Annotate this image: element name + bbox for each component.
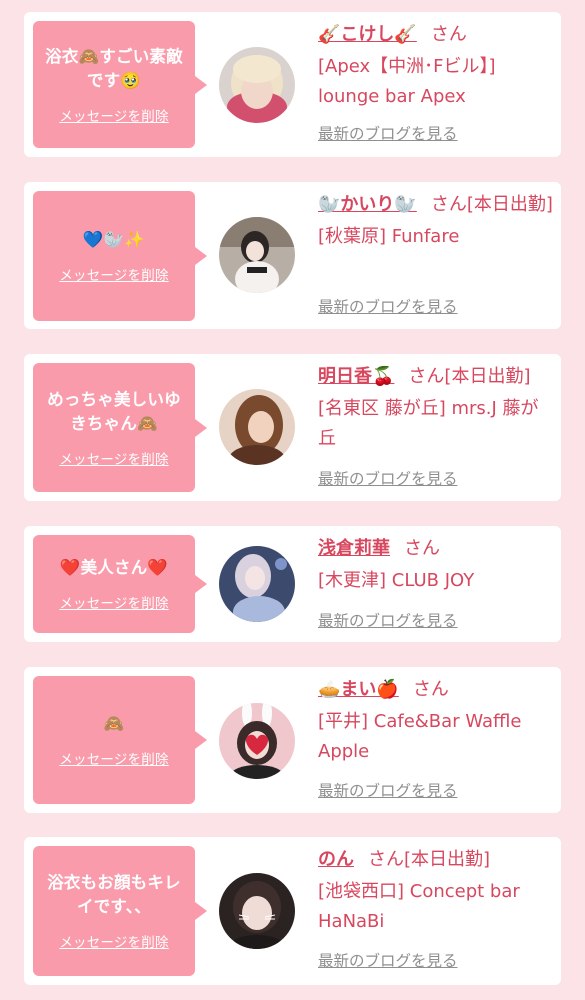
sender-info: 🥧まい🍎 さん [平井] Cafe&Bar Waffle Apple	[318, 675, 554, 767]
delete-message-link[interactable]: メッセージを削除	[59, 264, 168, 284]
sender-line: 🎸こけし🎸 さん	[318, 20, 554, 50]
sender-line: 浅倉莉華 さん	[318, 534, 554, 564]
latest-blog-link[interactable]: 最新のブログを見る	[318, 295, 458, 317]
cat-whiskers-avatar	[219, 873, 295, 949]
message-bubble: 🙈 メッセージを削除	[33, 676, 207, 804]
latest-blog-link[interactable]: 最新のブログを見る	[318, 609, 458, 631]
shop-name: [秋葉原] Funfare	[318, 226, 460, 247]
message-bubble: 浴衣🙈すごい素敵です🥹 メッセージを削除	[33, 21, 207, 148]
sender-name[interactable]: 🎸こけし🎸	[318, 24, 417, 45]
latest-blog-link[interactable]: 最新のブログを見る	[318, 122, 458, 144]
latest-blog-link[interactable]: 最新のブログを見る	[318, 949, 458, 971]
delete-message-link[interactable]: メッセージを削除	[59, 748, 168, 768]
shop-name: [名東区 藤が丘] mrs.J 藤が丘	[318, 398, 539, 449]
avatar[interactable]	[219, 546, 295, 622]
sender-suffix: さん[本日出勤]	[368, 849, 491, 870]
sender-suffix: さん[本日出勤]	[430, 194, 553, 215]
sender-line: 明日香🍒 さん[本日出勤]	[318, 362, 554, 392]
message-card: 浴衣もお顔もキレイです、、 メッセージを削除 のん さん[本日出勤] [池袋西口]…	[24, 837, 561, 985]
latest-blog-link[interactable]: 最新のブログを見る	[318, 779, 458, 801]
message-card: ❤️美人さん❤️ メッセージを削除 浅倉莉華 さん [木更津] CLUB JOY …	[24, 526, 561, 642]
sender-info: 明日香🍒 さん[本日出勤] [名東区 藤が丘] mrs.J 藤が丘	[318, 362, 554, 454]
sender-name[interactable]: 明日香🍒	[318, 366, 394, 387]
message-text: ❤️美人さん❤️	[59, 558, 169, 577]
sender-line: 🦭かいり🦭 さん[本日出勤]	[318, 190, 554, 220]
sender-name[interactable]: 🥧まい🍎	[318, 679, 399, 700]
latest-blog-link[interactable]: 最新のブログを見る	[318, 467, 458, 489]
delete-message-link[interactable]: メッセージを削除	[59, 448, 168, 468]
blonde-pink-hair-avatar	[219, 47, 295, 123]
avatar[interactable]	[219, 47, 295, 123]
sender-suffix: さん[本日出勤]	[408, 366, 531, 387]
avatar[interactable]	[219, 703, 295, 779]
shop-name: [池袋西口] Concept bar HaNaBi	[318, 881, 520, 932]
shop-name: [平井] Cafe&Bar Waffle Apple	[318, 711, 522, 762]
message-card: めっちゃ美しいゆきちゃん🙈 メッセージを削除 明日香🍒 さん[本日出勤] [名東区…	[24, 354, 561, 501]
delete-message-link[interactable]: メッセージを削除	[59, 105, 168, 125]
message-bubble: ❤️美人さん❤️ メッセージを削除	[33, 535, 207, 633]
sender-name[interactable]: 浅倉莉華	[318, 538, 390, 559]
shop-name: [木更津] CLUB JOY	[318, 570, 475, 591]
message-card: 浴衣🙈すごい素敵です🥹 メッセージを削除 🎸こけし🎸 さん [Apex【中洲･Fビ…	[24, 12, 561, 157]
message-text: 🙈	[103, 714, 125, 733]
sender-suffix: さん	[412, 679, 449, 700]
maid-outfit-avatar	[219, 217, 295, 293]
sender-suffix: さん	[404, 538, 440, 559]
avatar[interactable]	[219, 873, 295, 949]
brown-hair-avatar	[219, 389, 295, 465]
avatar[interactable]	[219, 389, 295, 465]
message-bubble: 💙🦭✨ メッセージを削除	[33, 191, 207, 321]
delete-message-link[interactable]: メッセージを削除	[59, 931, 168, 951]
sender-name[interactable]: 🦭かいり🦭	[318, 194, 417, 215]
message-list: 浴衣🙈すごい素敵です🥹 メッセージを削除 🎸こけし🎸 さん [Apex【中洲･Fビ…	[0, 0, 585, 1000]
bunny-ears-heart-avatar	[219, 703, 295, 779]
delete-message-link[interactable]: メッセージを削除	[59, 592, 168, 612]
shop-name: [Apex【中洲･Fビル】] lounge bar Apex	[318, 56, 496, 107]
message-bubble: めっちゃ美しいゆきちゃん🙈 メッセージを削除	[33, 363, 207, 492]
message-text: 浴衣🙈すごい素敵です🥹	[45, 46, 183, 90]
blue-dress-avatar	[219, 546, 295, 622]
message-card: 🙈 メッセージを削除 🥧まい🍎 さん [平井] Cafe&Bar Waffle A…	[24, 667, 561, 813]
sender-suffix: さん	[430, 24, 467, 45]
sender-line: 🥧まい🍎 さん	[318, 675, 554, 705]
sender-info: 浅倉莉華 さん [木更津] CLUB JOY	[318, 534, 554, 596]
sender-info: 🎸こけし🎸 さん [Apex【中洲･Fビル】] lounge bar Apex	[318, 20, 554, 112]
avatar[interactable]	[219, 217, 295, 293]
message-card: 💙🦭✨ メッセージを削除 🦭かいり🦭 さん[本日出勤] [秋葉原] Funfare…	[24, 182, 561, 329]
sender-info: のん さん[本日出勤] [池袋西口] Concept bar HaNaBi	[318, 845, 554, 937]
sender-name[interactable]: のん	[318, 849, 354, 870]
message-bubble: 浴衣もお顔もキレイです、、 メッセージを削除	[33, 846, 207, 976]
message-text: 💙🦭✨	[82, 230, 146, 249]
message-text: 浴衣もお顔もキレイです、、	[47, 873, 181, 916]
sender-info: 🦭かいり🦭 さん[本日出勤] [秋葉原] Funfare	[318, 190, 554, 252]
message-text: めっちゃ美しいゆきちゃん🙈	[47, 389, 181, 433]
sender-line: のん さん[本日出勤]	[318, 845, 554, 875]
